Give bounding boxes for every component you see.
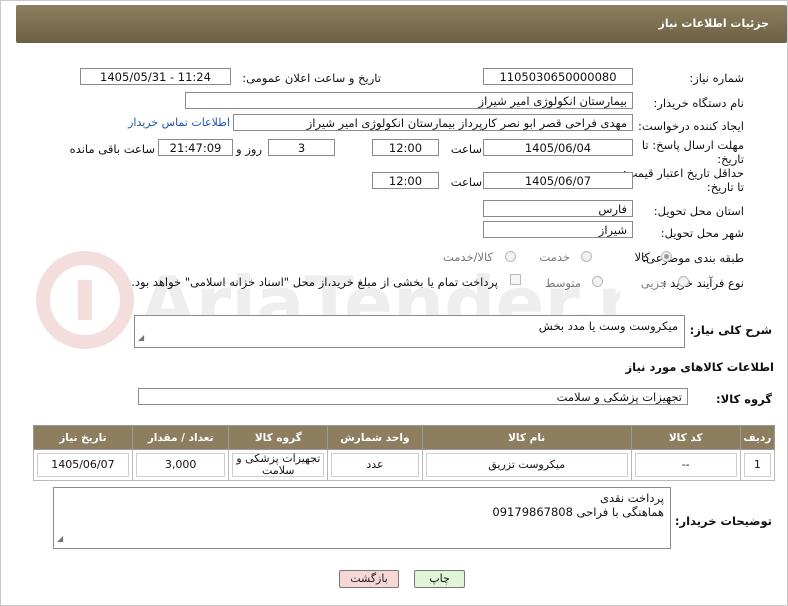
deadline-label: مهلت ارسال پاسخ: تا تاریخ: [641,138,744,166]
cell-name: میکروست تزریق [421,449,632,481]
goods-section-title: اطلاعات کالاهای مورد نیاز [625,360,774,374]
summary-text: میکروست وست یا مدد بخش [538,319,678,333]
resize-handle-icon[interactable]: ◢ [138,331,144,345]
resize-handle-icon[interactable]: ◢ [57,532,63,546]
city-label: شهر محل تحویل: [660,226,744,240]
goods-group-label: گروه کالا: [716,392,772,406]
remaining-time-field[interactable]: 21:47:09 [158,139,233,156]
remaining-days-field[interactable]: 3 [268,139,335,156]
col-qty-header: تعداد / مقدار [131,425,230,450]
table-header-row: ردیف کد کالا نام کالا واحد شمارش گروه کا… [33,425,776,450]
buyer-notes-line-2: هماهنگی با فراحی 09179867808 [492,505,664,519]
treasury-payment-note: پرداخت تمام یا بخشی از مبلغ خرید،از محل … [131,275,498,289]
process-label: نوع فرآیند خرید : [662,276,744,290]
category-goods-radio[interactable] [661,251,672,262]
cell-date: 1405/06/07 [33,449,133,481]
buyer-notes-label: توضیحات خریدار: [674,514,772,528]
process-medium-label: متوسط [544,276,581,290]
category-service-radio[interactable] [581,251,592,262]
summary-label: شرح کلی نیاز: [689,323,772,337]
city-field[interactable]: شیراز [483,221,633,238]
page-title: جزئیات اطلاعات نیاز [658,17,770,30]
deadline-time-label: ساعت [450,142,482,156]
category-goods-label: کالا [634,250,650,264]
cell-group: تجهیزات پزشکی و سلامت [228,449,329,481]
col-group-header: گروه کالا [228,425,329,450]
announce-datetime-field[interactable]: 1405/05/31 - 11:24 [80,68,231,85]
validity-label: حداقل تاریخ اعتبار قیمت: تا تاریخ: [622,166,744,194]
deadline-date-field[interactable]: 1405/06/04 [483,139,633,156]
process-medium-radio[interactable] [592,276,603,287]
col-unit-header: واحد شمارش [327,425,423,450]
validity-time-label: ساعت [450,175,482,189]
process-minor-label: جزیی [640,276,667,290]
province-label: استان محل تحویل: [653,204,744,218]
buyer-org-field[interactable]: بیمارستان انکولوژی امیر شیراز [185,92,633,109]
cell-quantity: 3,000 [131,449,230,481]
col-name-header: نام کالا [421,425,632,450]
cell-code: -- [630,449,741,481]
remaining-label: ساعت باقی مانده [69,142,155,156]
header-bar: جزئیات اطلاعات نیاز [16,5,787,43]
days-label: روز و [236,142,262,156]
buyer-notes-field[interactable]: پرداخت نقدی هماهنگی با فراحی 09179867808… [53,487,671,549]
need-number-label: شماره نیاز: [689,71,744,85]
table-row: 1 -- میکروست تزریق عدد تجهیزات پزشکی و س… [33,449,776,481]
process-minor-radio[interactable] [678,276,689,287]
category-label: طبقه بندی موضوعی: [642,251,744,265]
validity-time-field[interactable]: 12:00 [372,172,439,189]
cell-row-number: 1 [739,449,776,481]
buyer-contact-link[interactable]: اطلاعات تماس خریدار [128,116,230,129]
creator-label: ایجاد کننده درخواست: [638,119,744,133]
announce-label: تاریخ و ساعت اعلان عمومی: [242,71,381,85]
category-service-label: خدمت [539,250,570,264]
treasury-payment-checkbox[interactable] [510,274,521,285]
back-button[interactable]: بازگشت [339,570,399,588]
category-goods-service-label: کالا/خدمت [442,250,493,264]
goods-group-field[interactable]: تجهیزات پزشکی و سلامت [138,388,688,405]
col-row-header: ردیف [739,425,776,450]
deadline-time-field[interactable]: 12:00 [372,139,439,156]
summary-field[interactable]: میکروست وست یا مدد بخش ◢ [134,315,685,348]
buyer-notes-line-1: پرداخت نقدی [600,491,664,505]
need-number-field[interactable]: 1105030650000080 [483,68,633,85]
col-code-header: کد کالا [630,425,741,450]
category-goods-service-radio[interactable] [505,251,516,262]
print-button[interactable]: چاپ [414,570,465,588]
validity-date-field[interactable]: 1405/06/07 [483,172,633,189]
cell-unit: عدد [327,449,423,481]
province-field[interactable]: فارس [483,200,633,217]
buyer-org-label: نام دستگاه خریدار: [653,96,744,110]
items-table: ردیف کد کالا نام کالا واحد شمارش گروه کا… [33,425,776,481]
col-date-header: تاریخ نیاز [33,425,133,450]
creator-field[interactable]: مهدی فراحی قصر ابو نصر کارپرداز بیمارستا… [233,114,633,131]
